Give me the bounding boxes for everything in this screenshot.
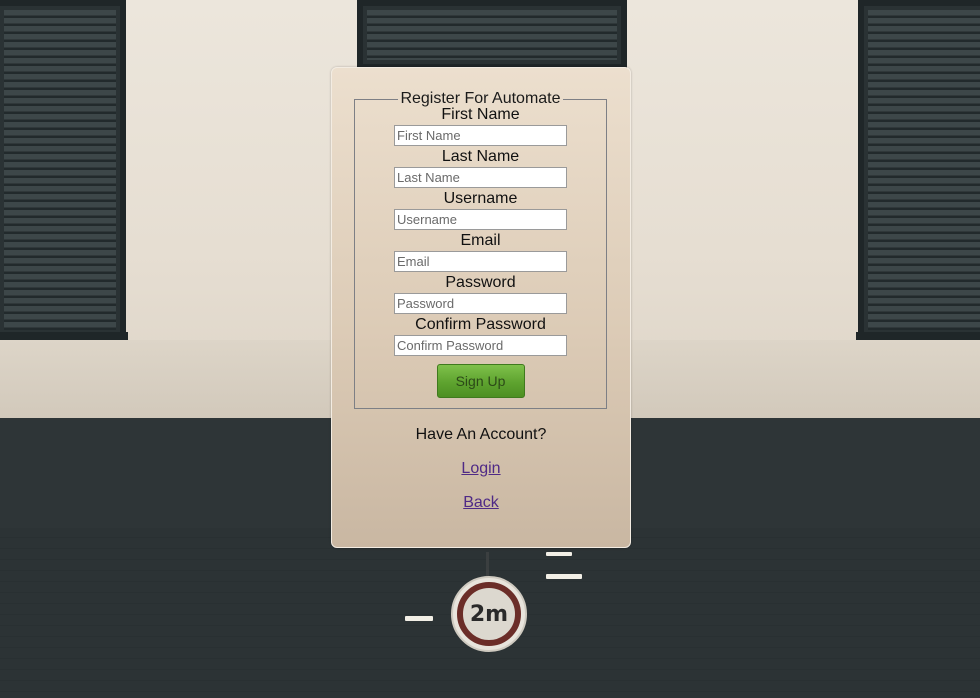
username-label: Username (443, 190, 518, 207)
height-limit-sign: 2m (451, 576, 527, 652)
sign-post (486, 552, 489, 578)
register-fieldset: Register For Automate First Name Last Na… (354, 90, 607, 409)
last-name-label: Last Name (441, 148, 520, 165)
sign-text: 2m (469, 601, 509, 627)
password-label: Password (445, 274, 516, 291)
garage-light (546, 574, 582, 579)
email-label: Email (460, 232, 501, 249)
email-input[interactable] (394, 251, 567, 272)
garage-light (405, 616, 433, 621)
password-input[interactable] (394, 293, 567, 314)
window-sill-right (856, 332, 980, 340)
register-panel: Register For Automate First Name Last Na… (331, 67, 631, 548)
first-name-label: First Name (441, 106, 520, 123)
login-link[interactable]: Login (461, 460, 500, 477)
back-link-row: Back (332, 494, 630, 512)
back-link[interactable]: Back (463, 494, 499, 511)
confirm-password-label: Confirm Password (415, 316, 546, 333)
login-link-row: Login (332, 460, 630, 478)
window-shutter-center (357, 0, 627, 70)
window-shutter-right (858, 0, 980, 340)
field-list: First Name Last Name Username Email Pass… (355, 106, 606, 356)
confirm-password-input[interactable] (394, 335, 567, 356)
first-name-input[interactable] (394, 125, 567, 146)
sign-up-button[interactable]: Sign Up (436, 364, 525, 398)
have-account-text: Have An Account? (415, 426, 547, 443)
window-sill-left (0, 332, 128, 340)
garage-light (546, 552, 572, 556)
window-shutter-left (0, 0, 126, 340)
username-input[interactable] (394, 209, 567, 230)
last-name-input[interactable] (394, 167, 567, 188)
